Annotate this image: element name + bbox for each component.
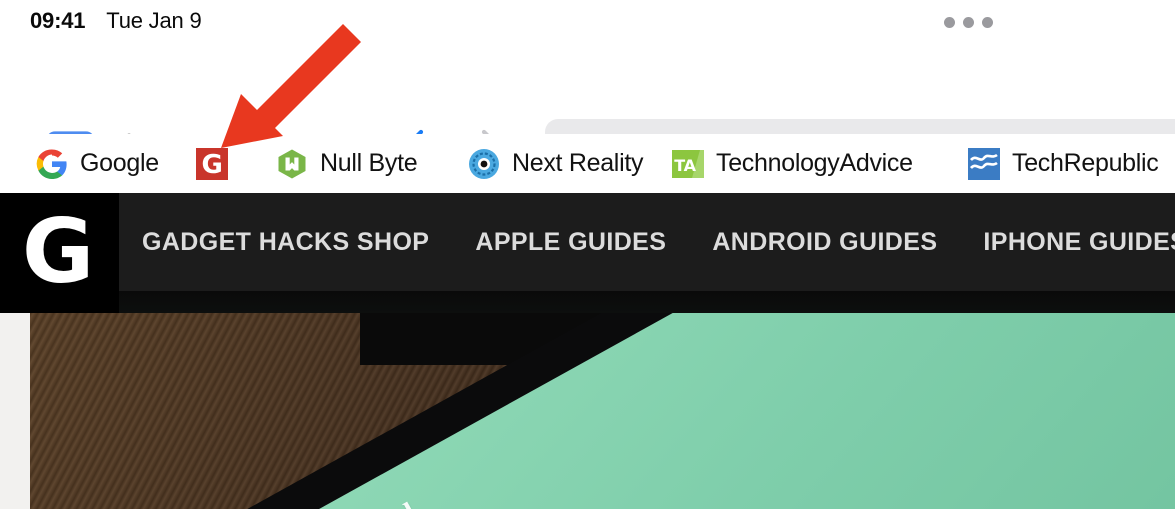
bookmark-label: Next Reality — [512, 149, 644, 177]
technology-advice-ta-icon: TA — [672, 148, 704, 180]
bookmark-label: TechnologyAdvice — [716, 149, 913, 177]
bookmark-technology-advice[interactable]: TA TechnologyAdvice — [672, 134, 913, 193]
dot-3 — [982, 17, 993, 28]
red-arrow-annotation — [221, 24, 361, 148]
tech-republic-waves-icon — [968, 147, 1000, 180]
three-dots-icon[interactable] — [944, 17, 993, 28]
site-nav-fade — [0, 291, 1175, 313]
browser-toolbar: Gadget Hac... AA ga — [0, 56, 1175, 181]
status-bar-left: 09:41 Tue Jan 9 — [30, 8, 202, 34]
status-time: 09:41 — [30, 8, 86, 33]
google-g-icon — [36, 148, 68, 180]
next-reality-eye-icon — [468, 148, 500, 180]
bookmark-label: TechRepublic — [1012, 149, 1159, 177]
nav-item-gadget-hacks-shop[interactable]: GADGET HACKS SHOP — [119, 228, 452, 257]
bookmark-google[interactable]: Google — [36, 134, 159, 193]
svg-text:TA: TA — [674, 156, 696, 175]
bookmark-next-reality[interactable]: Next Reality — [468, 134, 643, 193]
nav-item-iphone-guides[interactable]: IPHONE GUIDES — [960, 228, 1175, 257]
bookmark-label: Google — [80, 149, 159, 177]
ios-status-bar: 09:41 Tue Jan 9 — [0, 0, 1175, 56]
safari-browser-window: 09:41 Tue Jan 9 Google G Null Byte Next … — [0, 0, 1175, 509]
site-nav-items: GADGET HACKS SHOP APPLE GUIDES ANDROID G… — [119, 193, 1175, 291]
gadget-hacks-logo: G — [22, 200, 94, 303]
bookmarks-bar: Google G Null Byte Next Reality TA Techn… — [0, 134, 1175, 193]
nav-item-apple-guides[interactable]: APPLE GUIDES — [452, 228, 689, 257]
dot-2 — [963, 17, 974, 28]
nav-item-android-guides[interactable]: ANDROID GUIDES — [689, 228, 960, 257]
status-date: Tue Jan 9 — [106, 8, 202, 33]
site-navigation-bar: G GADGET HACKS SHOP APPLE GUIDES ANDROID… — [0, 193, 1175, 313]
site-logo-block[interactable]: G — [0, 193, 119, 313]
article-hero-photo: ice we've all had cience yarns, we reco … — [30, 313, 1175, 509]
page-content-area: ice we've all had cience yarns, we reco … — [0, 313, 1175, 509]
dot-1 — [944, 17, 955, 28]
bookmark-tech-republic[interactable]: TechRepublic — [968, 134, 1159, 193]
